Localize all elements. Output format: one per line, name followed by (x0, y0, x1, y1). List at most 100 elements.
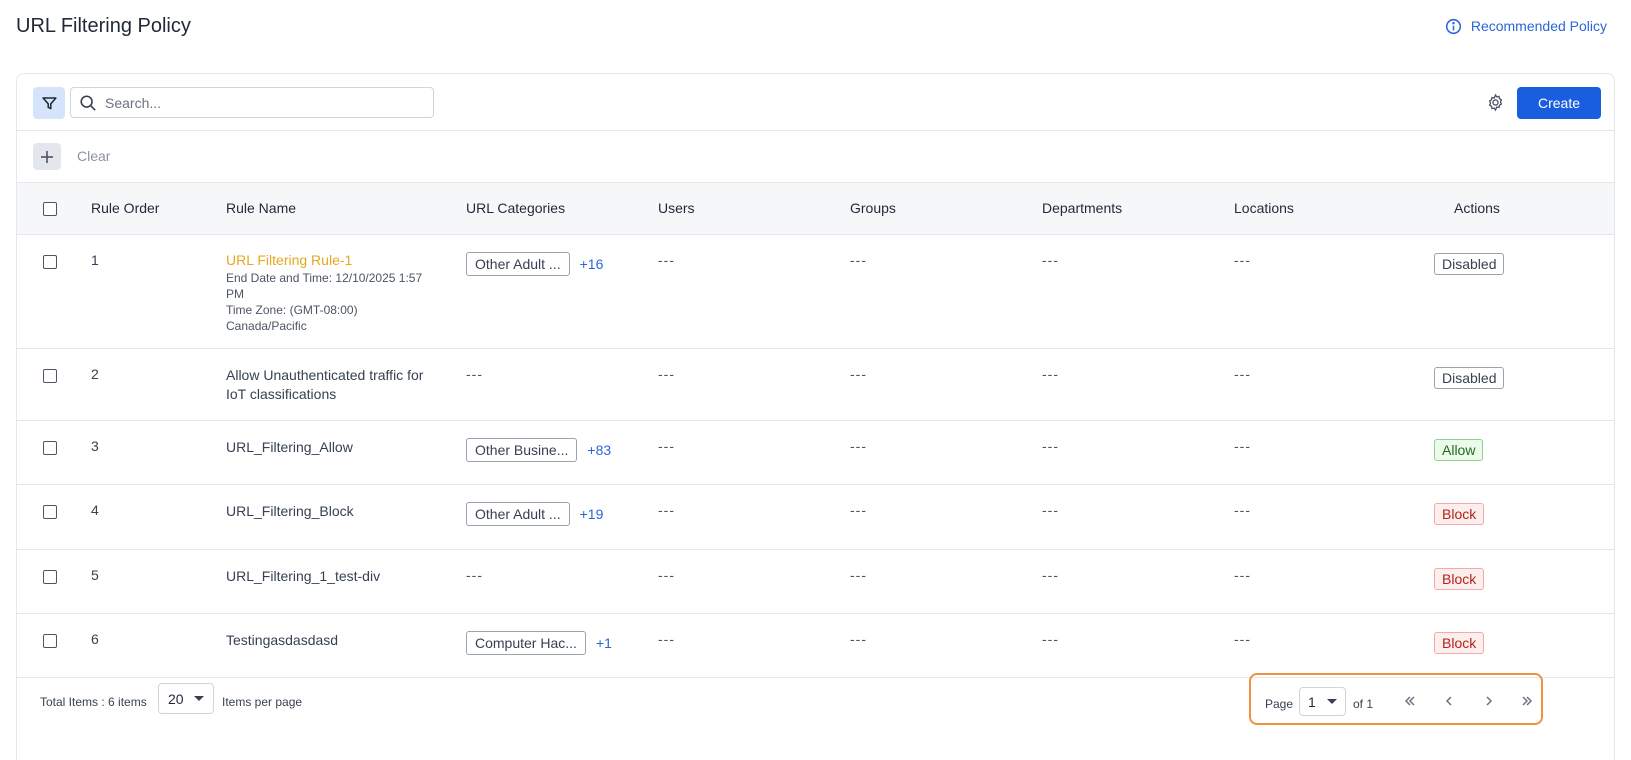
caret-down-icon (1327, 699, 1337, 704)
groups-cell: --- (850, 420, 1042, 485)
departments-value: --- (1042, 566, 1059, 583)
table-row[interactable]: 5 URL_Filtering_1_test-div --- --- --- --- ---… (17, 549, 1614, 614)
locations-value: --- (1234, 437, 1251, 454)
url-category-chip[interactable]: Other Adult ... (466, 501, 570, 526)
previous-page-button[interactable] (1440, 692, 1458, 710)
locations-cell: --- (1234, 613, 1434, 678)
groups-value: --- (850, 501, 867, 518)
rule-order: 3 (91, 420, 226, 485)
actions-cell: Block (1434, 613, 1614, 678)
table-row[interactable]: 3 URL_Filtering_Allow Other Busine... +83 --… (17, 420, 1614, 485)
departments-cell: --- (1042, 613, 1234, 678)
url-categories-cell: Other Adult ... +19 (466, 484, 658, 550)
actions-cell: Disabled (1434, 348, 1614, 421)
locations-value: --- (1234, 365, 1251, 382)
url-categories-cell: Other Adult ... +16 (466, 234, 658, 349)
table-row[interactable]: 1 URL Filtering Rule-1 End Date and Time: … (17, 234, 1614, 349)
users-cell: --- (658, 549, 850, 614)
rule-name: Testingasdasdasd (226, 631, 339, 648)
rule-name-cell: URL_Filtering_Allow (226, 420, 466, 485)
rule-order: 1 (91, 234, 226, 349)
first-page-button[interactable] (1401, 692, 1419, 710)
column-header-departments[interactable]: Departments (1042, 183, 1234, 235)
departments-cell: --- (1042, 234, 1234, 349)
next-page-button[interactable] (1480, 692, 1498, 710)
url-categories-cell: --- (466, 549, 658, 614)
rule-name[interactable]: URL Filtering Rule-1 (226, 252, 466, 268)
column-header-locations[interactable]: Locations (1234, 183, 1434, 235)
table-footer: Total Items : 6 items 20 Items per page … (17, 671, 1614, 725)
departments-value: --- (1042, 630, 1059, 647)
more-categories-link[interactable]: +1 (596, 635, 612, 651)
row-checkbox[interactable] (43, 569, 57, 584)
add-filter-button[interactable] (33, 143, 61, 170)
table-row[interactable]: 2 Allow Unauthenticated traffic for IoT c… (17, 348, 1614, 421)
url-category-chip[interactable]: Other Adult ... (466, 251, 570, 276)
row-select-cell (17, 613, 91, 678)
recommended-policy-link[interactable]: Recommended Policy (1445, 18, 1607, 35)
column-header-url-categories[interactable]: URL Categories (466, 183, 658, 235)
action-badge: Disabled (1434, 252, 1505, 275)
column-header-groups[interactable]: Groups (850, 183, 1042, 235)
groups-cell: --- (850, 549, 1042, 614)
more-categories-link[interactable]: +83 (587, 442, 611, 458)
users-value: --- (658, 630, 675, 647)
search-icon (79, 94, 97, 112)
departments-value: --- (1042, 251, 1059, 268)
page-title: URL Filtering Policy (16, 14, 191, 37)
column-header-users[interactable]: Users (658, 183, 850, 235)
users-cell: --- (658, 348, 850, 421)
url-category-chip[interactable]: Computer Hac... (466, 630, 586, 655)
page-select[interactable]: 1 (1299, 687, 1346, 716)
header-select-all (17, 183, 91, 235)
row-checkbox[interactable] (43, 254, 57, 269)
rules-table: Rule Order Rule Name URL Categories User… (17, 183, 1614, 678)
departments-value: --- (1042, 501, 1059, 518)
column-header-rule-name[interactable]: Rule Name (226, 183, 466, 235)
search-box[interactable] (70, 87, 434, 118)
locations-value: --- (1234, 501, 1251, 518)
more-categories-link[interactable]: +19 (580, 506, 604, 522)
table-header-row: Rule Order Rule Name URL Categories User… (17, 183, 1614, 235)
column-header-rule-order[interactable]: Rule Order (91, 183, 226, 235)
groups-cell: --- (850, 234, 1042, 349)
url-category-chip[interactable]: Other Busine... (466, 437, 578, 462)
column-header-actions: Actions (1434, 183, 1614, 235)
row-checkbox[interactable] (43, 368, 57, 383)
items-per-page-select[interactable]: 20 (158, 683, 214, 714)
rule-schedule-line: Time Zone: (GMT-08:00) Canada/Pacific (226, 302, 358, 333)
last-page-button[interactable] (1518, 692, 1536, 710)
create-button[interactable]: Create (1517, 87, 1601, 119)
filter-button[interactable] (33, 87, 65, 119)
row-checkbox[interactable] (43, 440, 57, 455)
clear-button[interactable]: Clear (77, 148, 110, 164)
rule-name-cell: Testingasdasdasd (226, 613, 466, 678)
users-value: --- (658, 251, 675, 268)
table-row[interactable]: 6 Testingasdasdasd Computer Hac... +1 --- ---… (17, 613, 1614, 678)
settings-button[interactable] (1484, 91, 1506, 113)
row-select-cell (17, 549, 91, 614)
row-select-cell (17, 484, 91, 550)
groups-value: --- (850, 630, 867, 647)
select-all-checkbox[interactable] (43, 202, 57, 217)
url-categories-cell: Computer Hac... +1 (466, 613, 658, 678)
table-row[interactable]: 4 URL_Filtering_Block Other Adult ... +19 --… (17, 484, 1614, 550)
row-checkbox[interactable] (43, 633, 57, 648)
filter-icon (41, 95, 58, 112)
url-categories-cell: Other Busine... +83 (466, 420, 658, 485)
locations-cell: --- (1234, 484, 1434, 550)
locations-value: --- (1234, 630, 1251, 647)
users-cell: --- (658, 613, 850, 678)
actions-cell: Allow (1434, 420, 1614, 485)
recommended-policy-label: Recommended Policy (1470, 18, 1607, 34)
more-categories-link[interactable]: +16 (580, 256, 604, 272)
page-total-label: of 1 (1353, 697, 1374, 711)
rule-name: URL_Filtering_1_test-div (226, 567, 381, 584)
row-select-cell (17, 348, 91, 421)
row-checkbox[interactable] (43, 504, 57, 519)
double-chevron-left-icon (1403, 694, 1417, 708)
groups-cell: --- (850, 613, 1042, 678)
locations-cell: --- (1234, 234, 1434, 349)
search-input[interactable] (105, 94, 425, 111)
rule-name: URL_Filtering_Block (226, 502, 354, 519)
